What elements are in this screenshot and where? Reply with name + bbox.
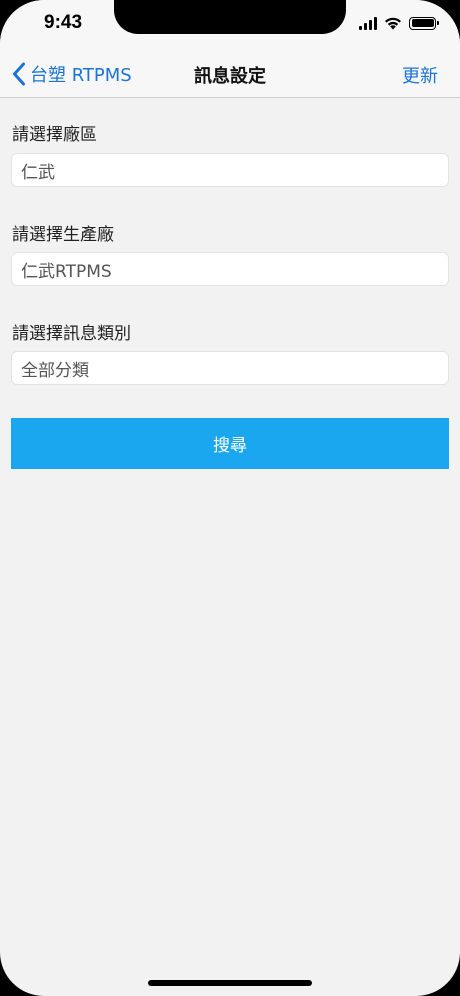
message-category-input[interactable] — [11, 351, 449, 385]
cellular-signal-icon — [359, 16, 377, 30]
page-title: 訊息設定 — [194, 66, 266, 87]
navigation-bar: 台塑 RTPMS 訊息設定 更新 — [0, 50, 460, 98]
status-bar: 9:43 — [0, 0, 460, 50]
plant-area-input[interactable] — [11, 153, 449, 187]
notch — [114, 0, 346, 34]
factory-label: 請選擇生產廠 — [12, 225, 114, 245]
status-icons — [359, 15, 439, 31]
phone-screen: 9:43 台塑 RTPMS 訊息設定 更新 請選擇廠區 仁武 請選擇生產廠 仁武… — [0, 0, 460, 996]
refresh-button[interactable]: 更新 — [402, 62, 438, 88]
factory-input[interactable] — [11, 252, 449, 286]
wifi-icon — [385, 17, 401, 30]
search-button[interactable]: 搜尋 — [11, 418, 449, 469]
plant-area-label: 請選擇廠區 — [12, 125, 97, 145]
status-time: 9:43 — [44, 12, 83, 33]
message-category-label: 請選擇訊息類別 — [12, 324, 131, 344]
home-indicator[interactable] — [148, 980, 312, 986]
battery-icon — [409, 16, 439, 30]
